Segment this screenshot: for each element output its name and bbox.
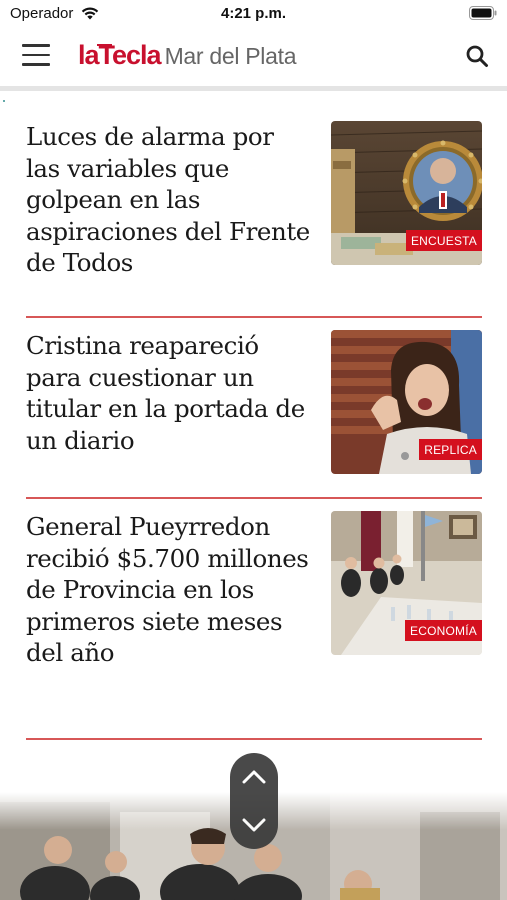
search-icon[interactable] — [465, 44, 489, 68]
app-header: la Tecla Mar del Plata — [0, 28, 507, 86]
article-divider — [26, 497, 482, 499]
category-tag: REPLICA — [419, 439, 482, 460]
article-title[interactable]: Cristina reapareció para cuestionar un t… — [26, 330, 311, 456]
logo-tecla: Tecla — [96, 40, 162, 70]
article-title[interactable]: Luces de alarma por las variables que go… — [26, 121, 311, 279]
battery-icon — [469, 6, 497, 20]
scroll-control — [230, 753, 278, 849]
article-divider — [26, 316, 482, 318]
category-tag: ECONOMÍA — [405, 620, 482, 641]
logo-la: la — [78, 40, 100, 70]
category-tag: ENCUESTA — [405, 230, 482, 251]
article-image[interactable]: ECONOMÍA — [331, 511, 482, 655]
article-image[interactable]: ENCUESTA — [331, 121, 482, 265]
status-time: 4:21 p.m. — [220, 5, 287, 22]
header-divider — [0, 86, 507, 91]
menu-icon[interactable] — [22, 44, 50, 68]
article-image[interactable]: REPLICA — [331, 330, 482, 474]
status-bar: Operador 4:21 p.m. — [0, 0, 507, 28]
article-title[interactable]: General Pueyrredon recibió $5.700 millon… — [26, 511, 311, 669]
chevron-up-icon[interactable] — [240, 763, 268, 791]
article-divider — [26, 738, 482, 740]
chevron-down-icon[interactable] — [240, 811, 268, 839]
decorative-dot — [3, 100, 5, 102]
logo-city: Mar del Plata — [164, 43, 297, 69]
site-logo[interactable]: la Tecla Mar del Plata — [78, 40, 296, 74]
